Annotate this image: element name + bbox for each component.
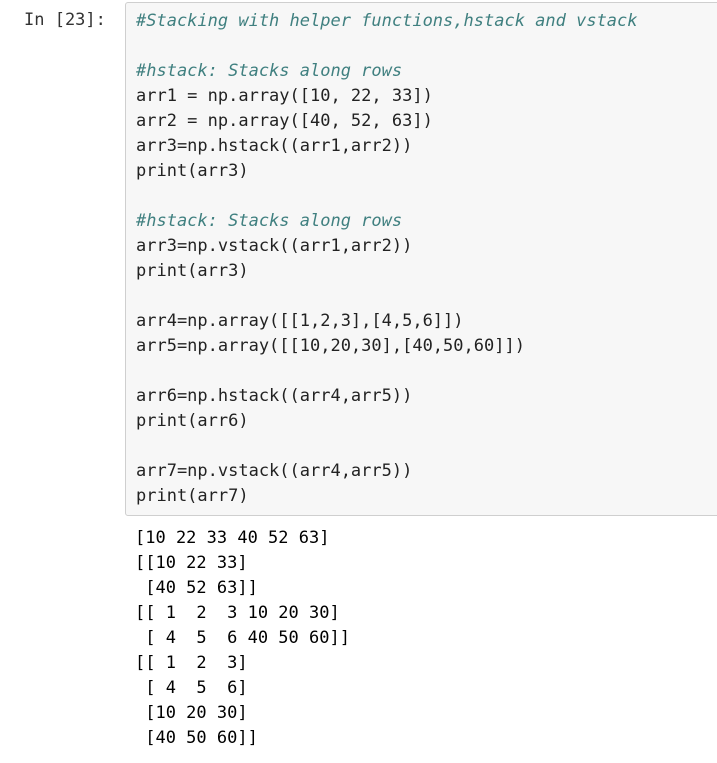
code-line: print(arr6) [136,411,249,431]
code-line: print(arr3) [136,261,249,281]
cell-output: [10 22 33 40 52 63] [[10 22 33] [40 52 63… [135,526,350,751]
code-line: arr4=np.array([[1,2,3],[4,5,6]]) [136,311,464,331]
code-line: print(arr7) [136,486,249,506]
output-line: [10 22 33 40 52 63] [135,528,330,548]
code-line: arr7=np.vstack((arr4,arr5)) [136,461,413,481]
output-line: [ 4 5 6] [135,678,248,698]
output-line: [[ 1 2 3 10 20 30] [135,603,340,623]
code-editor[interactable]: #Stacking with helper functions,hstack a… [136,9,638,509]
output-line: [[ 1 2 3] [135,653,248,673]
code-line: arr1 = np.array([10, 22, 33]) [136,86,433,106]
output-line: [40 50 60]] [135,728,258,748]
output-line: [40 52 63]] [135,578,258,598]
code-line: print(arr3) [136,161,249,181]
code-comment-line: #hstack: Stacks along rows [136,61,403,81]
output-line: [[10 22 33] [135,553,248,573]
code-line: arr2 = np.array([40, 52, 63]) [136,111,433,131]
code-line: arr3=np.vstack((arr1,arr2)) [136,236,413,256]
output-line: [ 4 5 6 40 50 60]] [135,628,350,648]
code-line: arr5=np.array([[10,20,30],[40,50,60]]) [136,336,525,356]
output-line: [10 20 30] [135,703,248,723]
input-prompt: In [23]: [24,10,106,30]
notebook-cell: In [23]: #Stacking with helper functions… [0,0,717,763]
code-comment-line: #hstack: Stacks along rows [136,211,403,231]
code-line: arr3=np.hstack((arr1,arr2)) [136,136,413,156]
code-input-area[interactable]: #Stacking with helper functions,hstack a… [125,2,717,516]
code-line: arr6=np.hstack((arr4,arr5)) [136,386,413,406]
code-comment-line: #Stacking with helper functions,hstack a… [136,11,638,31]
